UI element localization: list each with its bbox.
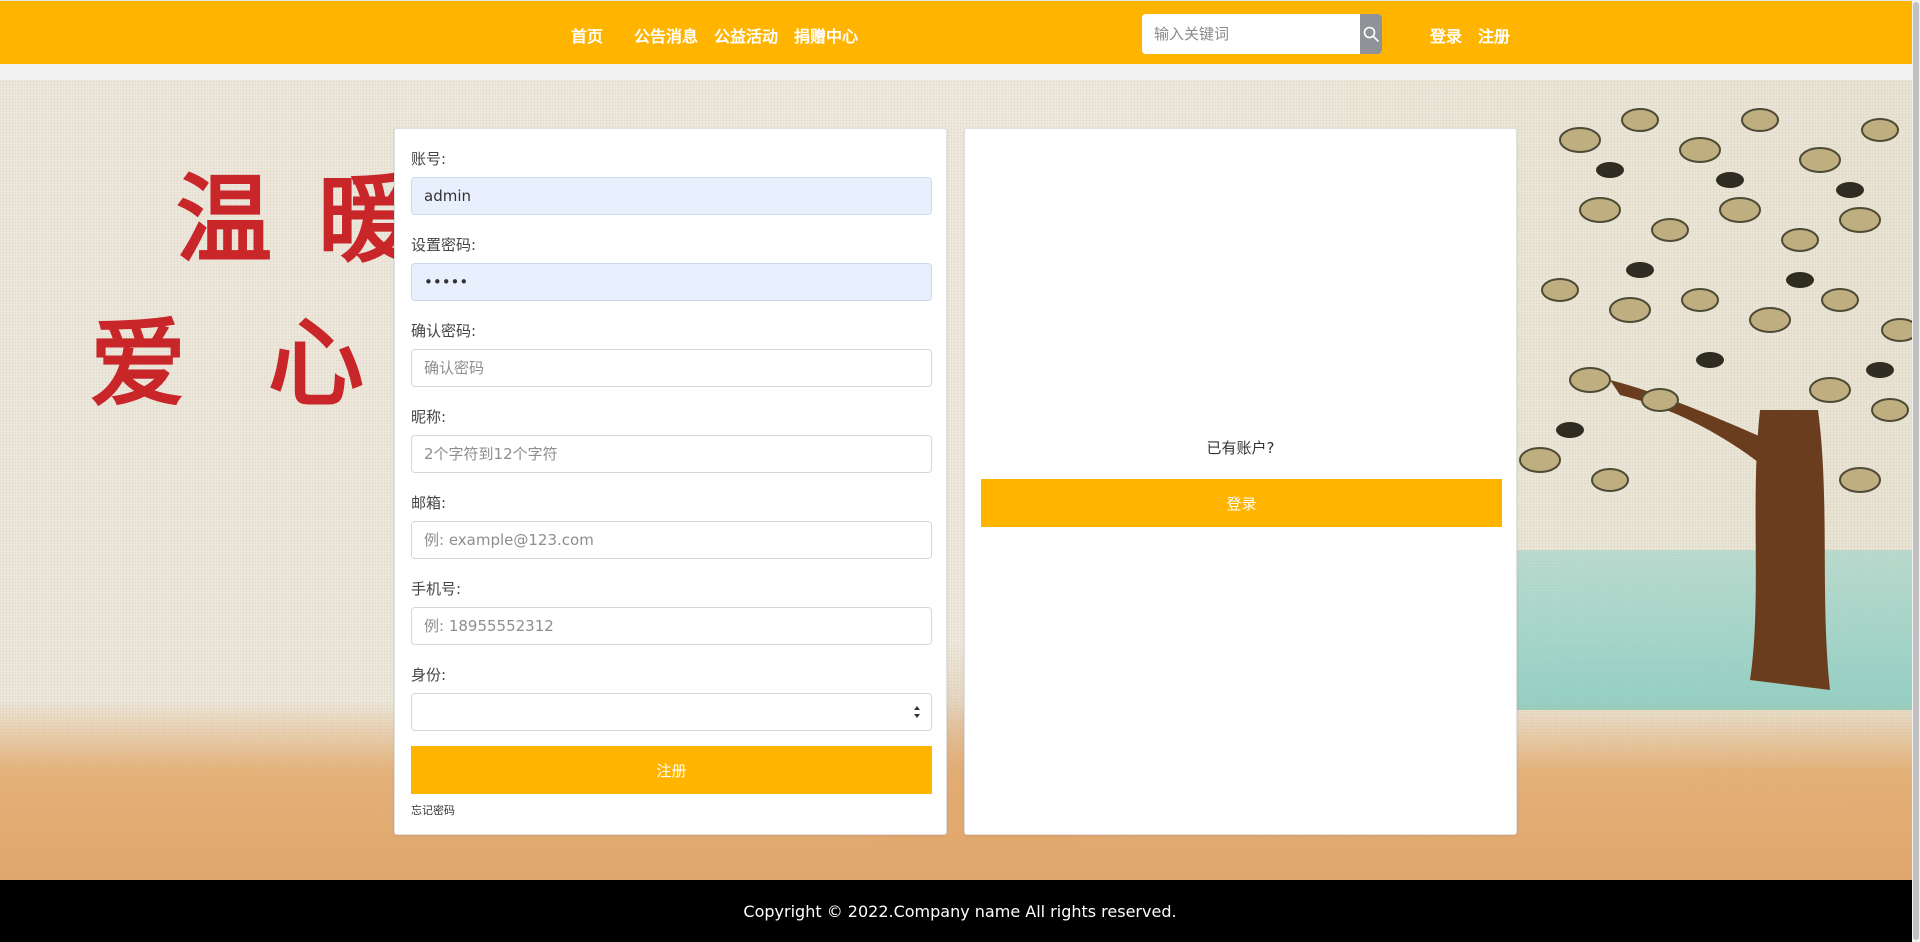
password-label: 设置密码:	[411, 236, 477, 254]
identity-label: 身份:	[411, 666, 447, 684]
header-register-link[interactable]: 注册	[1478, 23, 1510, 47]
password-input[interactable]	[411, 263, 932, 301]
search-input[interactable]	[1142, 14, 1360, 54]
search-button[interactable]	[1360, 14, 1382, 54]
side-login-button[interactable]: 登录	[981, 479, 1502, 527]
register-form-card: 账号: 设置密码: 确认密码: 昵称: 邮箱: 手机号: 身份: 注册 忘记密码	[394, 128, 947, 835]
nickname-label: 昵称:	[411, 408, 447, 426]
nav-donation-center[interactable]: 捐赠中心	[794, 23, 858, 47]
phone-label: 手机号:	[411, 580, 462, 598]
login-prompt-card: 已有账户? 登录	[964, 128, 1517, 835]
tree-illustration	[1519, 108, 1912, 690]
account-input[interactable]	[411, 177, 932, 215]
email-label: 邮箱:	[411, 494, 447, 512]
copyright-text: Copyright © 2022.Company name All rights…	[743, 901, 1177, 921]
account-label: 账号:	[411, 150, 447, 168]
select-arrows-icon	[914, 706, 920, 718]
confirm-password-label: 确认密码:	[411, 322, 477, 340]
search-box	[1142, 14, 1382, 54]
hero-char: 温	[176, 163, 272, 276]
footer: Copyright © 2022.Company name All rights…	[0, 880, 1920, 942]
hero-char: 爱	[90, 307, 186, 420]
search-icon	[1363, 26, 1379, 42]
nav-home[interactable]: 首页	[571, 23, 603, 47]
identity-select[interactable]	[411, 693, 932, 731]
hero-char: 心	[268, 307, 364, 420]
register-submit-button[interactable]: 注册	[411, 746, 932, 794]
header-login-link[interactable]: 登录	[1430, 23, 1462, 47]
top-navbar: 首页 公告消息 公益活动 捐赠中心 登录 注册	[0, 0, 1920, 64]
forgot-password-link[interactable]: 忘记密码	[411, 802, 455, 818]
email-input[interactable]	[411, 521, 932, 559]
nickname-input[interactable]	[411, 435, 932, 473]
have-account-text: 已有账户?	[1206, 439, 1275, 457]
hero-background: 温 暖 衣 冬 爱 心 捐 赠	[0, 80, 1912, 880]
phone-input[interactable]	[411, 607, 932, 645]
confirm-password-input[interactable]	[411, 349, 932, 387]
page-scrollbar-thumb[interactable]	[1913, 2, 1919, 940]
nav-announcements[interactable]: 公告消息	[634, 23, 698, 47]
nav-charity-activities[interactable]: 公益活动	[714, 23, 778, 47]
